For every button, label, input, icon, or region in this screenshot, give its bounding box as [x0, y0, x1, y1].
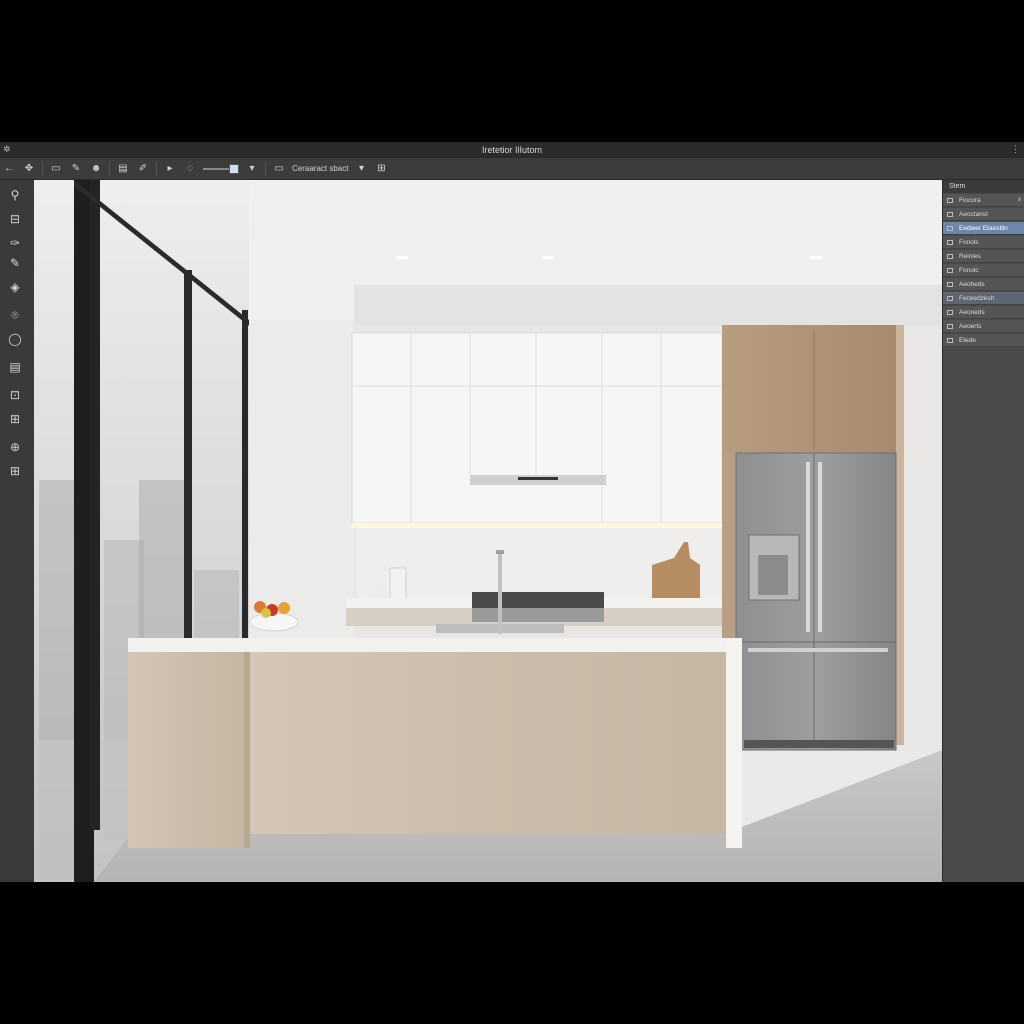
- image-canvas[interactable]: [34, 180, 942, 882]
- transform-icon[interactable]: ⊡: [5, 386, 25, 404]
- panel-item[interactable]: Reinies: [943, 250, 1024, 263]
- panel-item-label: Aeoerts: [959, 322, 982, 330]
- brush-size-icon: ◌: [187, 163, 193, 174]
- crop-icon[interactable]: ▭: [49, 162, 63, 176]
- divider: [42, 161, 43, 176]
- panel-item[interactable]: Feceedzesh: [943, 292, 1024, 305]
- panel-item-label: Aeoneds: [959, 308, 985, 316]
- layer-thumb-icon: [947, 337, 953, 343]
- window-title: Iretetior IlIutom: [481, 145, 543, 155]
- layer-thumb-icon: [947, 281, 953, 287]
- brush-size-slider[interactable]: [203, 163, 239, 174]
- panel-item-label: Aeoheds: [959, 280, 985, 288]
- panel-item-label: Flocora: [959, 196, 981, 204]
- tool-palette: ⚲ ⊟ ✑ ✎ ◈ ⌾ ◯ ▤ ⊡ ⊞ ⊕ ⊞: [0, 180, 34, 882]
- panel-title: Stem: [949, 183, 966, 190]
- app-menu-icon[interactable]: ✲: [3, 144, 11, 155]
- preset-dropdown[interactable]: Ceraaract sbact: [292, 164, 348, 173]
- panel-item[interactable]: Aeoctanst: [943, 208, 1024, 221]
- layers-icon[interactable]: ▤: [116, 162, 130, 176]
- divider: [156, 161, 157, 176]
- grid-tool-icon[interactable]: ⊞: [5, 410, 25, 428]
- layer-icon[interactable]: ▤: [5, 358, 25, 376]
- panel-item[interactable]: Aeoheds: [943, 278, 1024, 291]
- layer-thumb-icon: [947, 211, 953, 217]
- layer-thumb-icon: [947, 323, 953, 329]
- layer-thumb-icon: [947, 225, 953, 231]
- panel-item-label: Etede: [959, 336, 976, 344]
- eyedropper-icon[interactable]: ✑: [5, 234, 25, 252]
- panel-item[interactable]: Flocora x: [943, 194, 1024, 207]
- play-icon[interactable]: ▸: [163, 162, 177, 176]
- pen-tool-icon[interactable]: ✎: [5, 254, 25, 272]
- lasso-icon[interactable]: ⌾: [5, 306, 25, 324]
- title-bar: ✲ Iretetior IlIutom ⋮: [0, 142, 1024, 158]
- panel-item-label: Fonolc: [959, 266, 979, 274]
- panel-item[interactable]: Fonols: [943, 236, 1024, 249]
- target-icon[interactable]: ◈: [5, 278, 25, 296]
- zoom-icon[interactable]: ⚲: [5, 186, 25, 204]
- table-icon[interactable]: ⊞: [5, 462, 25, 480]
- grid-icon[interactable]: ⊞: [374, 162, 388, 176]
- pen-icon[interactable]: ✐: [136, 162, 150, 176]
- panel-item-label: Feceedzesh: [959, 294, 995, 302]
- layer-thumb-icon: [947, 267, 953, 273]
- panel-item[interactable]: Eedwer Etaestlin: [943, 222, 1024, 235]
- chevron-down-icon[interactable]: ▾: [245, 162, 259, 176]
- close-icon[interactable]: x: [1018, 197, 1021, 203]
- slider-knob[interactable]: [229, 163, 239, 174]
- layer-thumb-icon: [947, 239, 953, 245]
- search-icon[interactable]: ◯: [5, 330, 25, 348]
- brush-icon[interactable]: ✎: [69, 162, 83, 176]
- layer-thumb-icon: [947, 295, 953, 301]
- layer-thumb-icon: [947, 253, 953, 259]
- back-arrow-icon[interactable]: ←: [2, 162, 16, 176]
- panel-header: Stem: [943, 180, 1024, 193]
- panel-item[interactable]: Etede: [943, 334, 1024, 347]
- frame-icon[interactable]: ▭: [272, 162, 286, 176]
- person-icon[interactable]: ☻: [89, 162, 103, 176]
- panel-item-label: Reinies: [959, 252, 981, 260]
- window-control-icon[interactable]: ⋮: [1011, 144, 1020, 155]
- layer-thumb-icon: [947, 309, 953, 315]
- divider: [265, 161, 266, 176]
- panel-item[interactable]: Fonolc: [943, 264, 1024, 277]
- kitchen-render-image: [34, 180, 942, 882]
- layer-thumb-icon: [947, 197, 953, 203]
- panel-item-label: Eedwer Etaestlin: [959, 224, 1008, 232]
- panel-item[interactable]: Aeoneds: [943, 306, 1024, 319]
- divider: [109, 161, 110, 176]
- layers-panel: Stem Flocora x Aeoctanst Eedwer Etaestlin Fo…: [942, 180, 1024, 882]
- editor-window: ✲ Iretetior IlIutom ⋮ ← ✥ ▭ ✎ ☻ ▤ ✐ ▸ ◌ …: [0, 142, 1024, 882]
- panel-item-label: Fonols: [959, 238, 979, 246]
- panel-item-label: Aeoctanst: [959, 210, 988, 218]
- select-icon[interactable]: ⊟: [5, 210, 25, 228]
- chevron-down-icon[interactable]: ▾: [354, 162, 368, 176]
- move-icon[interactable]: ✥: [22, 162, 36, 176]
- globe-icon[interactable]: ⊕: [5, 438, 25, 456]
- toolbar: ← ✥ ▭ ✎ ☻ ▤ ✐ ▸ ◌ ▾ ▭ Ceraaract sbact ▾ …: [0, 158, 1024, 180]
- panel-item[interactable]: Aeoerts: [943, 320, 1024, 333]
